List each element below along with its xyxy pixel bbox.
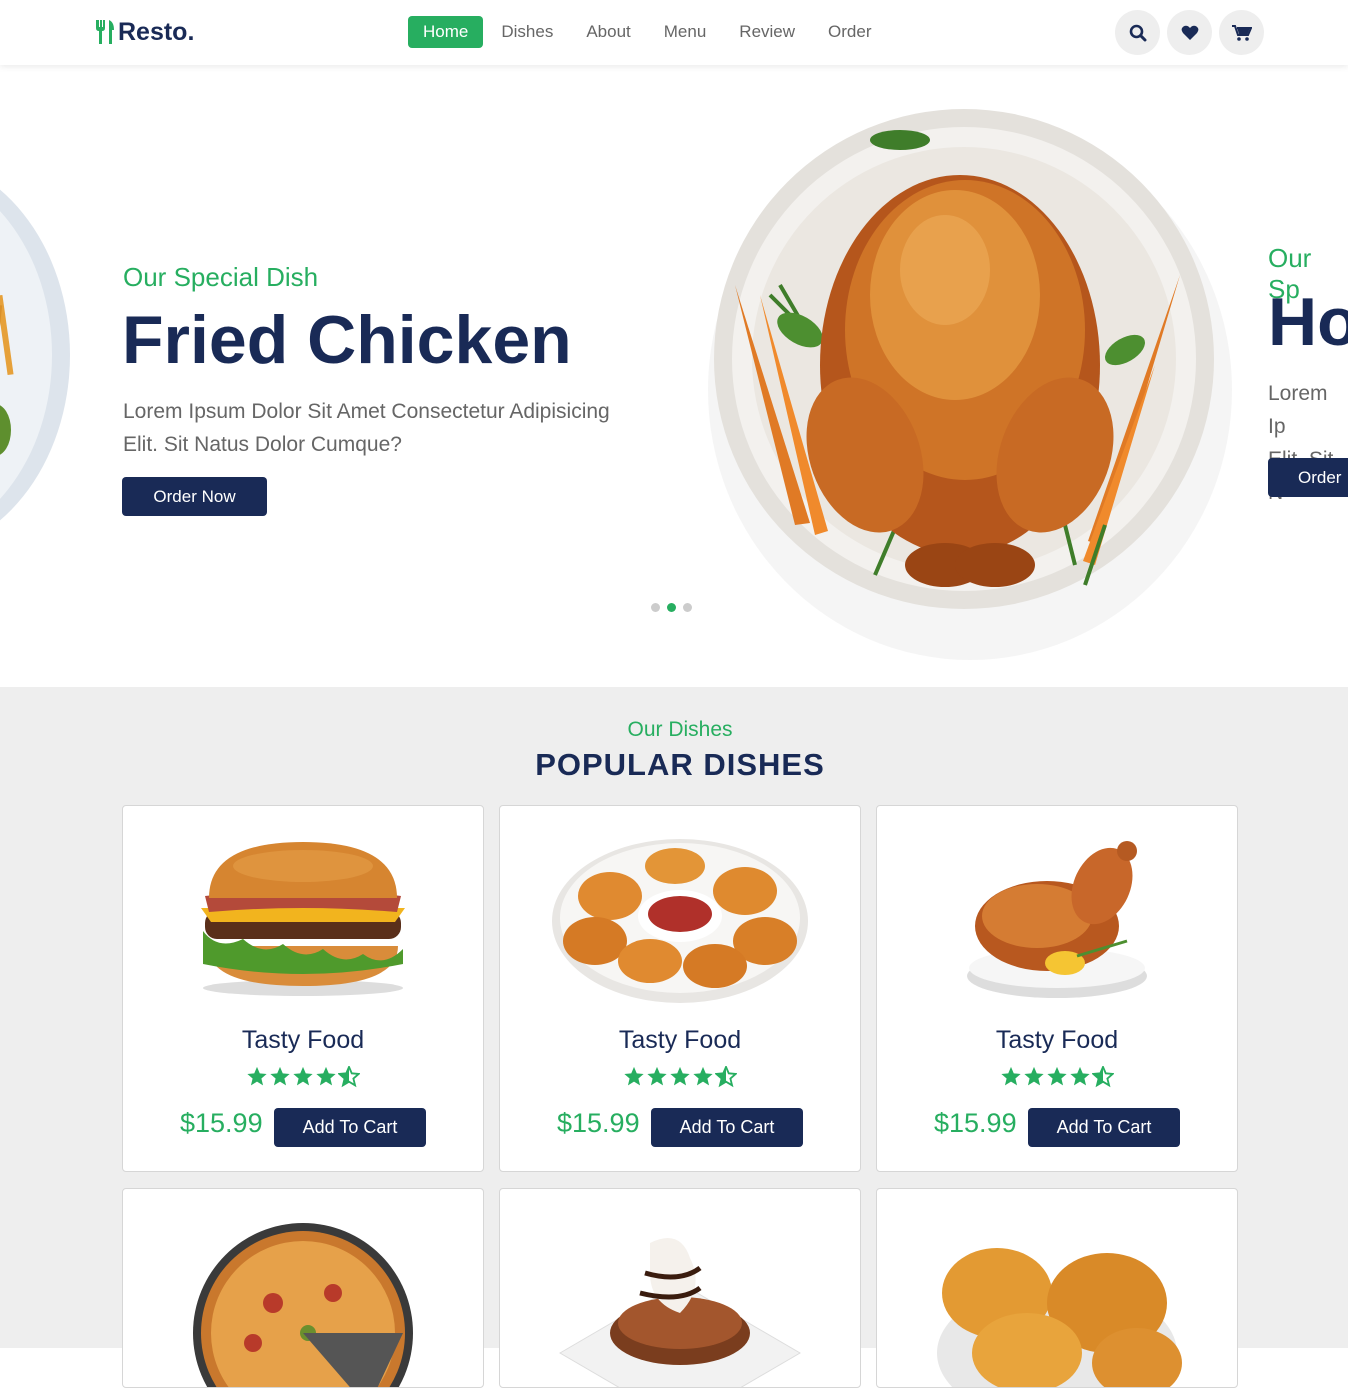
slider-pagination [651, 603, 699, 612]
slider-dot[interactable] [651, 603, 660, 612]
dish-card: Tasty Food $15.99 Add To Cart [876, 805, 1238, 1172]
star-icon [1047, 1066, 1067, 1086]
slider-dot-active[interactable] [667, 603, 676, 612]
add-to-cart-button[interactable]: Add To Cart [1028, 1108, 1180, 1147]
section-subtitle: Our Dishes [627, 718, 733, 741]
dish-price: $15.99 [180, 1108, 263, 1138]
hero-description: Lorem Ipsum Dolor Sit Amet Consectetur A… [123, 395, 610, 461]
dish-card [876, 1188, 1238, 1388]
fried-chicken-image [937, 1248, 1182, 1387]
dish-name: Tasty Food [241, 1026, 365, 1054]
star-rating [123, 1066, 483, 1088]
nav-review[interactable]: Review [739, 16, 795, 48]
dish-price: $15.99 [557, 1108, 640, 1138]
brand-name: Resto. [118, 17, 195, 46]
star-icon [270, 1066, 290, 1086]
next-slide-title: Ho [1268, 284, 1348, 360]
favorites-button[interactable] [1167, 10, 1212, 55]
hero-description-line: Elit. Sit Natus Dolor Cumque? [123, 433, 402, 456]
star-rating [500, 1066, 860, 1088]
order-now-button[interactable]: Order Now [122, 477, 267, 516]
search-icon [1129, 24, 1146, 41]
star-icon [693, 1066, 713, 1086]
star-rating [877, 1066, 1237, 1088]
hero-title: Fried Chicken [122, 302, 572, 378]
previous-slide-image [0, 189, 70, 521]
pizza-image [193, 1223, 413, 1387]
header-icons [1115, 10, 1271, 55]
dish-card [122, 1188, 484, 1388]
cart-icon [1231, 24, 1252, 41]
star-icon [293, 1066, 313, 1086]
search-button[interactable] [1115, 10, 1160, 55]
dish-card: Tasty Food $15.99 Add To Cart [499, 805, 861, 1172]
section-title: POPULAR DISHES [535, 747, 825, 782]
hero-slider: Our Special Dish Fried Chicken Lorem Ips… [0, 65, 1348, 687]
burger-image [201, 842, 405, 996]
star-icon [1024, 1066, 1044, 1086]
chocolate-dessert-image [559, 1238, 801, 1387]
star-icon [1070, 1066, 1090, 1086]
dish-price: $15.99 [934, 1108, 1017, 1138]
add-to-cart-button[interactable]: Add To Cart [651, 1108, 803, 1147]
star-half-icon [715, 1066, 737, 1088]
star-icon [647, 1066, 667, 1086]
dish-card: Tasty Food $15.99 Add To Cart [122, 805, 484, 1172]
star-icon [316, 1066, 336, 1086]
nav-dishes[interactable]: Dishes [501, 16, 553, 48]
logo[interactable]: Resto. [94, 16, 194, 48]
slider-dot[interactable] [683, 603, 692, 612]
star-icon [1001, 1066, 1021, 1086]
dish-name: Tasty Food [618, 1026, 742, 1054]
star-icon [670, 1066, 690, 1086]
fried-chicken-image [708, 109, 1232, 660]
header: Resto. Home Dishes About Menu Review Ord… [0, 0, 1348, 65]
chicken-nuggets-image [552, 839, 808, 1003]
next-slide-description-line: Lorem Ip [1268, 382, 1328, 438]
heart-icon [1181, 25, 1198, 40]
hero-subtitle: Our Special Dish [123, 262, 319, 292]
nav-about[interactable]: About [586, 16, 630, 48]
utensils-icon [96, 20, 114, 44]
dishes-section: Our Dishes POPULAR DISHES Tasty Food $15… [0, 687, 1348, 1388]
roast-chicken-image [967, 841, 1147, 998]
star-icon [247, 1066, 267, 1086]
add-to-cart-button[interactable]: Add To Cart [274, 1108, 426, 1147]
next-slide-order-button[interactable]: Order [1268, 458, 1348, 497]
hero-description-line: Lorem Ipsum Dolor Sit Amet Consectetur A… [123, 400, 610, 423]
dish-name: Tasty Food [995, 1026, 1119, 1054]
star-half-icon [338, 1066, 360, 1088]
star-icon [624, 1066, 644, 1086]
star-half-icon [1092, 1066, 1114, 1088]
cart-button[interactable] [1219, 10, 1264, 55]
nav-menu[interactable]: Menu [664, 16, 707, 48]
main-nav: Home Dishes About Menu Review Order [408, 16, 872, 48]
dish-card [499, 1188, 861, 1388]
nav-home[interactable]: Home [408, 16, 484, 48]
nav-order[interactable]: Order [828, 16, 871, 48]
